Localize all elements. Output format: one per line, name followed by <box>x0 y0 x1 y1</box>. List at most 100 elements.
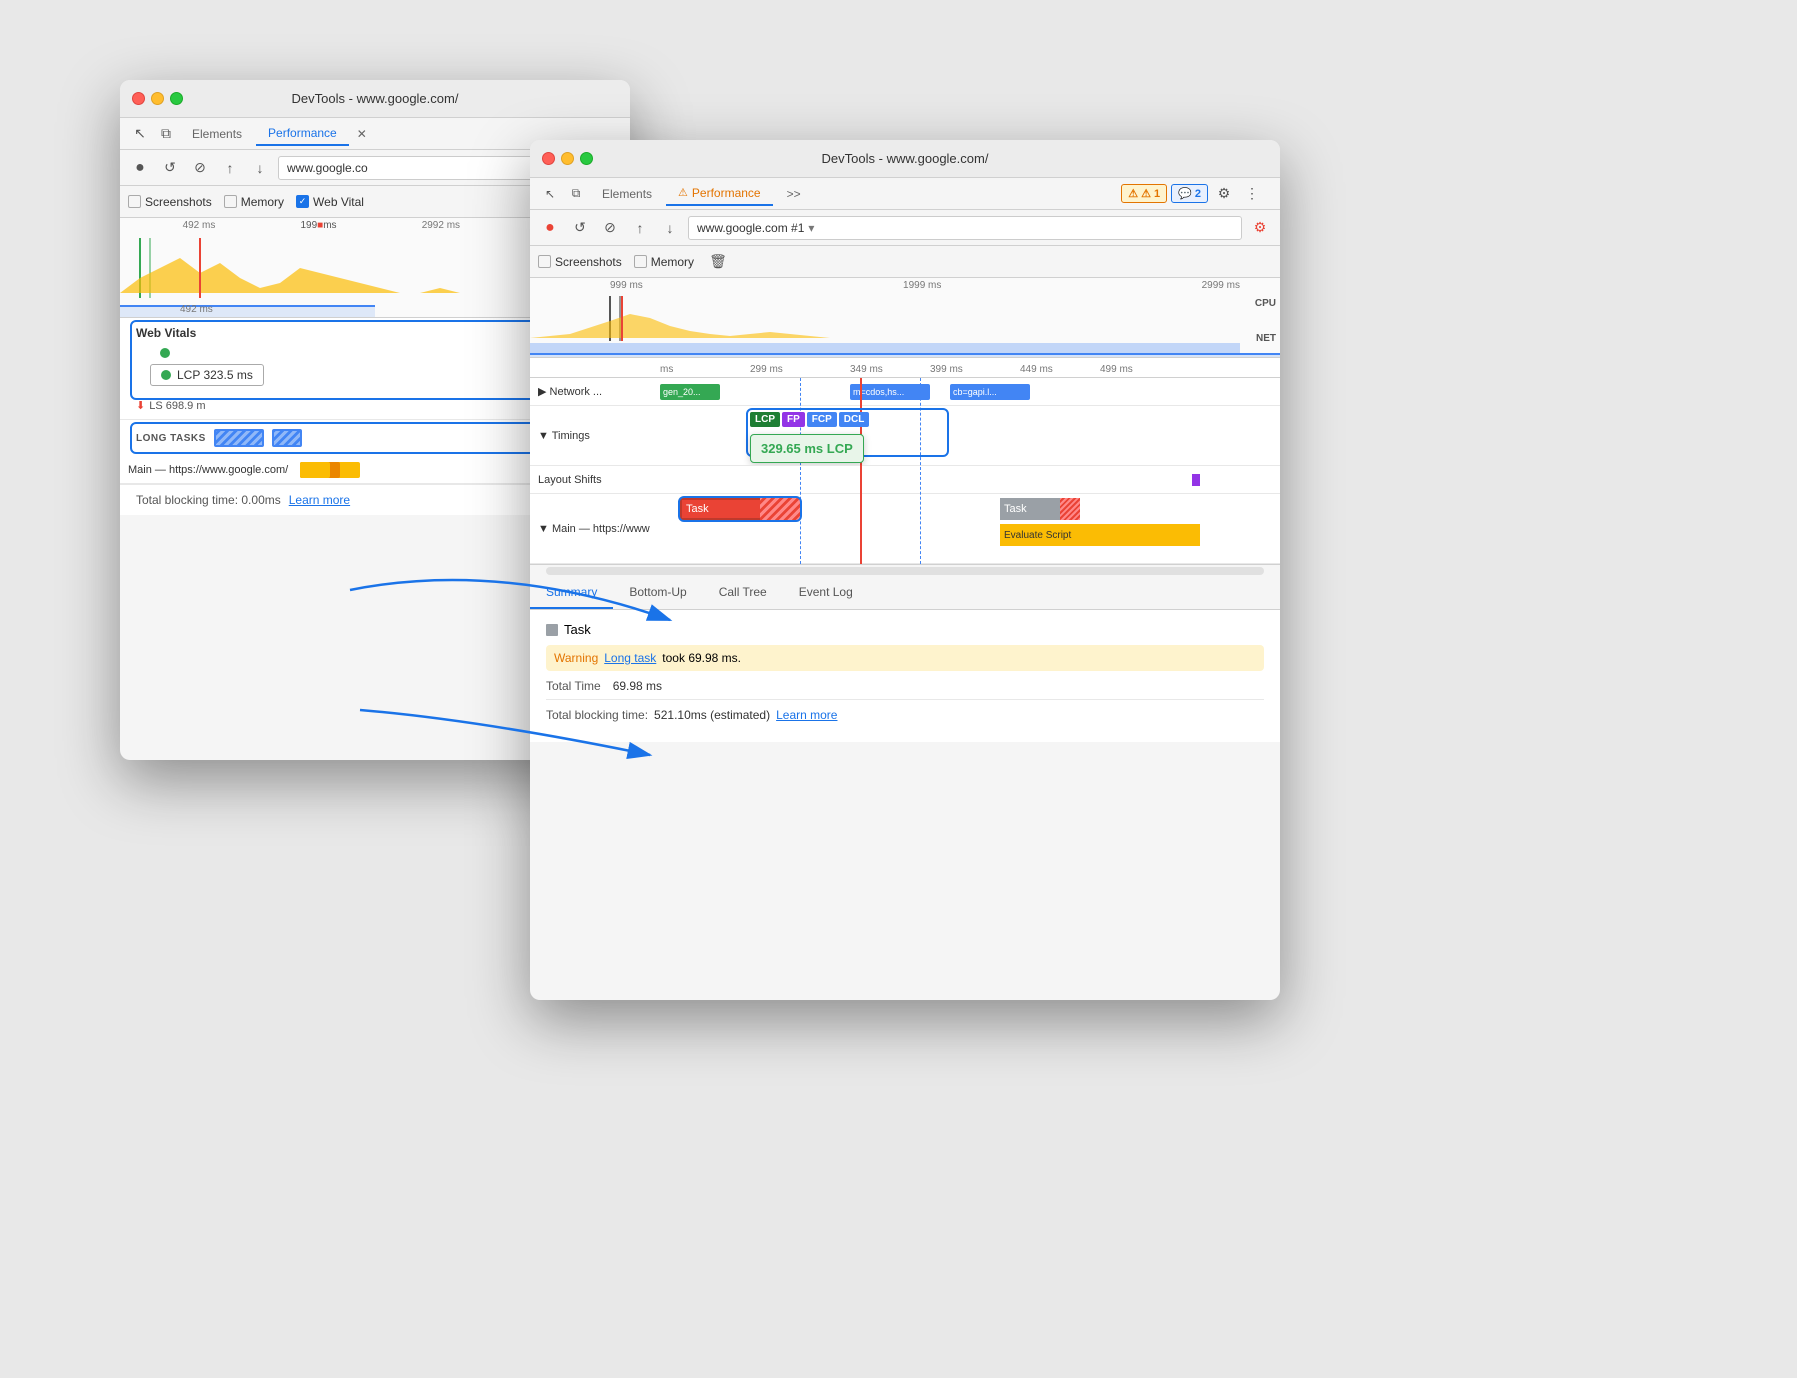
front-titlebar: DevTools - www.google.com/ <box>530 140 1280 178</box>
screenshots-checkbox-back[interactable]: Screenshots <box>128 195 212 209</box>
net-label: NET <box>1256 333 1276 344</box>
evaluate-script-label: Evaluate Script <box>1004 530 1071 541</box>
screenshots-check-front[interactable] <box>538 255 551 268</box>
layout-shifts-label[interactable]: Layout Shifts <box>530 474 650 486</box>
front-timeline-overview: 999 ms 1999 ms 2999 ms CPU NET <box>530 278 1280 358</box>
tab-more-front[interactable]: >> <box>775 183 813 205</box>
front-ruler-1999: 1999 ms <box>903 280 941 291</box>
url-dropdown[interactable]: ▾ <box>808 221 814 235</box>
webvital-checkbox-back[interactable]: ✓ Web Vital <box>296 195 364 209</box>
memory-check-front[interactable] <box>634 255 647 268</box>
tab-close-back[interactable]: ✕ <box>351 127 373 141</box>
front-ruler-2999: 2999 ms <box>1202 280 1240 291</box>
main-track-front: ▼ Main — https://www.google.g.com/ Task … <box>530 494 1280 564</box>
task-bar-annotated: Task <box>680 498 800 520</box>
front-ruler-999: 999 ms <box>610 280 643 291</box>
record-button-front[interactable]: ● <box>538 216 562 240</box>
close-button-front[interactable] <box>542 152 555 165</box>
memory-checkbox-front[interactable]: Memory <box>634 255 694 269</box>
tab-elements-back[interactable]: Elements <box>180 123 254 145</box>
ruler-mark-1992: 199■ms <box>300 220 336 238</box>
summary-task-name: Task <box>564 622 591 637</box>
back-main-label: Main — https://www.google.com/ <box>128 464 288 476</box>
timings-track-content: LCP FP FCP DCL 329.65 ms LCP <box>650 406 1280 465</box>
clear-button-back[interactable]: ⊘ <box>188 156 212 180</box>
front-total-blocking-row: Total blocking time: 521.10ms (estimated… <box>546 699 1264 730</box>
layout-shift-bar <box>1192 474 1200 486</box>
front-total-blocking-key: Total blocking time: <box>546 708 648 722</box>
main-bar-3 <box>300 462 330 478</box>
memory-checkbox-back[interactable]: Memory <box>224 195 284 209</box>
timeline-scrollbar[interactable] <box>546 567 1264 575</box>
tab-bottom-up[interactable]: Bottom-Up <box>613 577 702 609</box>
minimize-button-front[interactable] <box>561 152 574 165</box>
url-bar-front[interactable]: www.google.com #1 ▾ <box>688 216 1242 240</box>
upload-button-front[interactable]: ↑ <box>628 216 652 240</box>
maximize-button-front[interactable] <box>580 152 593 165</box>
front-learn-more-link[interactable]: Learn more <box>776 708 837 722</box>
trash-icon-front[interactable]: 🗑 <box>706 250 730 274</box>
dashed-line-1 <box>800 378 801 564</box>
badge-warning[interactable]: ⚠ ⚠ 1 <box>1121 184 1167 203</box>
cursor-icon[interactable]: ↖ <box>128 122 152 146</box>
front-detail-tracks: ▶ Network ... gen_20... m=cdos,hs... cb=… <box>530 378 1280 565</box>
front-tab-bar: ↖ ⧉ Elements ⚠ Performance >> ⚠ ⚠ 1 💬 2 … <box>530 178 1280 210</box>
tab-call-tree[interactable]: Call Tree <box>703 577 783 609</box>
more-icon-front[interactable]: ⋮ <box>1240 182 1264 206</box>
upload-button-back[interactable]: ↑ <box>218 156 242 180</box>
reload-button-front[interactable]: ↺ <box>568 216 592 240</box>
warning-icon-tab: ⚠ <box>678 186 688 199</box>
network-track-label[interactable]: ▶ Network ... <box>530 385 650 398</box>
maximize-button-back[interactable] <box>170 92 183 105</box>
badge-lcp: LCP <box>750 412 780 427</box>
cursor-icon-front[interactable]: ↖ <box>538 182 562 206</box>
clear-button-front[interactable]: ⊘ <box>598 216 622 240</box>
reload-button-back[interactable]: ↺ <box>158 156 182 180</box>
main-track-label-front[interactable]: ▼ Main — https://www.google.g.com/ <box>530 523 650 535</box>
badge-dcl: DCL <box>839 412 870 427</box>
detail-mark-349: 349 ms <box>850 364 883 375</box>
download-button-front[interactable]: ↓ <box>658 216 682 240</box>
cpu-chart-front <box>530 296 1190 341</box>
tab-elements-front[interactable]: Elements <box>590 183 664 205</box>
badge-chat[interactable]: 💬 2 <box>1171 184 1208 203</box>
record-button-back[interactable]: ● <box>128 156 152 180</box>
layers-icon-front[interactable]: ⧉ <box>564 182 588 206</box>
long-task-link[interactable]: Long task <box>604 651 656 665</box>
ruler-mark-2992: 2992 ms <box>422 220 460 238</box>
front-detail-ruler: ms 299 ms 349 ms 399 ms 449 ms 499 ms <box>530 358 1280 378</box>
evaluate-script-bar: Evaluate Script <box>1000 524 1200 546</box>
close-button-back[interactable] <box>132 92 145 105</box>
red-marker-line <box>860 378 862 564</box>
network-bar-gen: gen_20... <box>660 384 720 400</box>
summary-task-heading: Task <box>546 622 1264 637</box>
tab-summary[interactable]: Summary <box>530 577 613 609</box>
minimize-button-back[interactable] <box>151 92 164 105</box>
back-learn-more-link[interactable]: Learn more <box>289 493 350 507</box>
front-options-bar: Screenshots Memory 🗑 <box>530 246 1280 278</box>
tab-event-log[interactable]: Event Log <box>783 577 869 609</box>
long-task-bar-2 <box>272 429 302 447</box>
network-bar-cdos: m=cdos,hs... <box>850 384 930 400</box>
gear-icon-front[interactable]: ⚙ <box>1212 182 1236 206</box>
timing-tooltip: 329.65 ms LCP <box>750 434 864 463</box>
detail-mark-499: 499 ms <box>1100 364 1133 375</box>
screenshots-checkbox-front[interactable]: Screenshots <box>538 255 622 269</box>
layers-icon[interactable]: ⧉ <box>154 122 178 146</box>
green-dot-1 <box>160 348 170 358</box>
screenshots-check-back[interactable] <box>128 195 141 208</box>
tooltip-value: 329.65 ms LCP <box>761 441 853 456</box>
download-button-back[interactable]: ↓ <box>248 156 272 180</box>
total-time-val: 69.98 ms <box>613 679 662 693</box>
tab-performance-back[interactable]: Performance <box>256 122 349 146</box>
webvital-check-back[interactable]: ✓ <box>296 195 309 208</box>
timings-track-label[interactable]: ▼ Timings <box>530 430 650 442</box>
task-bar-2: Task <box>1000 498 1080 520</box>
badge-fp: FP <box>782 412 805 427</box>
memory-check-back[interactable] <box>224 195 237 208</box>
back-titlebar: DevTools - www.google.com/ <box>120 80 630 118</box>
timeline-selection-front[interactable] <box>530 353 1280 357</box>
refresh-settings-icon[interactable]: ⚙ <box>1248 216 1272 240</box>
tab-performance-front[interactable]: ⚠ Performance <box>666 182 773 206</box>
front-toolbar: ● ↺ ⊘ ↑ ↓ www.google.com #1 ▾ ⚙ <box>530 210 1280 246</box>
